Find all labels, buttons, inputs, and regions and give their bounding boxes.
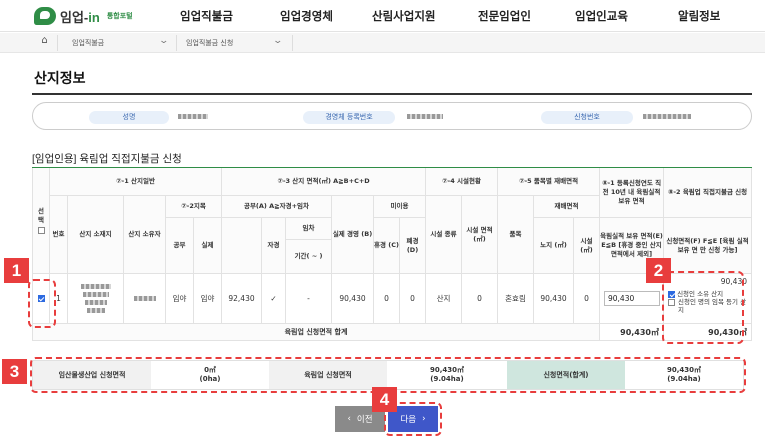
- total-label: 육림업 신청면적 합계: [32, 324, 600, 341]
- redacted-registration-number: [407, 114, 443, 119]
- site-logo[interactable]: 임업-in 통합포털: [34, 6, 133, 26]
- callout-box-2: [662, 271, 744, 344]
- row-self-managed: ✓: [262, 274, 286, 324]
- redacted-location: [82, 292, 109, 297]
- row-facility-cultivation: 0: [574, 274, 600, 324]
- total-record-area: 90,430㎡: [600, 324, 664, 341]
- row-item: 혼효림: [498, 274, 534, 324]
- callout-box-1: [28, 279, 56, 328]
- row-category-actual: 임야: [194, 274, 222, 324]
- row-location: [68, 274, 124, 324]
- menu-professional-forester[interactable]: 전문임업인: [478, 8, 531, 24]
- menu-forestry-business[interactable]: 임업경영체: [280, 8, 333, 24]
- category-header: ⑦-2지목: [166, 196, 222, 218]
- category-official-header: 공부: [166, 218, 194, 274]
- callout-badge-3: 3: [2, 359, 27, 384]
- callout-badge-4: 4: [372, 387, 397, 412]
- number-header: 번호: [50, 196, 68, 274]
- row-facility-area: 0: [462, 274, 498, 324]
- section-title: [임업인용] 육림업 직접지불금 신청: [32, 153, 182, 165]
- official-area-header: 공부(A) A≧자경+임차: [222, 196, 332, 218]
- chevron-down-icon[interactable]: ⌄: [158, 36, 169, 46]
- fallow-header: 휴경 (C): [374, 218, 400, 274]
- top-navigation: 임업-in 통합포털 임업직불금 임업경영체 산림사업지원 전문임업인 임업인교…: [0, 0, 765, 32]
- actual-management-header: 실제 경영 (B): [332, 196, 374, 274]
- row-open-field: 90,430: [534, 274, 574, 324]
- redacted-location: [80, 284, 111, 289]
- redacted-location: [84, 300, 107, 305]
- row-category-official: 임야: [166, 274, 194, 324]
- menu-forest-project-support[interactable]: 산림사업지원: [372, 8, 435, 24]
- chevron-down-icon[interactable]: ⌄: [272, 36, 283, 46]
- land-area-header: ⑦-3 산지 면적(㎡) A≧B+C+D: [222, 168, 426, 196]
- row-official-area: 92,430: [222, 274, 262, 324]
- cultivated-area-header: 재배면적: [534, 196, 600, 218]
- logo-text: 임업-in: [60, 9, 100, 25]
- row-owner: [124, 274, 166, 324]
- row-facility-type: 산지: [426, 274, 462, 324]
- official-area-sub-header: [222, 218, 262, 274]
- breadcrumb-divider: [292, 35, 293, 51]
- unused-header: 미이용: [374, 196, 426, 218]
- callout-badge-2: 2: [646, 258, 671, 283]
- breadcrumb-level1[interactable]: 임업직불금: [72, 38, 104, 48]
- payment-application-header: ⑧-2 육림업 직접지불금 신청: [664, 168, 752, 218]
- row-abandoned: 0: [400, 274, 426, 324]
- application-number-label: 신청번호: [541, 111, 633, 124]
- item-header: 품목: [498, 196, 534, 274]
- menu-forester-education[interactable]: 임업인교육: [575, 8, 628, 24]
- name-label: 성명: [89, 111, 169, 124]
- logo-subtitle: 통합포털: [106, 12, 133, 20]
- redacted-owner: [133, 296, 156, 301]
- self-managed-header: 자경: [262, 218, 286, 274]
- facility-area-header: 시설 면적 (㎡): [462, 196, 498, 274]
- record-area-input[interactable]: 90,430: [604, 291, 660, 306]
- row-lease: -: [286, 274, 332, 324]
- category-actual-header: 실제: [194, 218, 222, 274]
- land-general-header: ⑦-1 산지일반: [50, 168, 222, 196]
- owner-header: 산지 소유자: [124, 196, 166, 274]
- redacted-name: [178, 114, 208, 119]
- facility-type-header: 시설 종류: [426, 196, 462, 274]
- page-title: 산지정보: [34, 70, 86, 86]
- chevron-left-icon: ‹: [347, 414, 351, 424]
- select-all-checkbox[interactable]: [37, 227, 45, 234]
- breadcrumb: ⌂ 임업직불금 ⌄ 임업직불금 신청 ⌄: [0, 33, 765, 53]
- payment-application-sub-header: 신청면적(F) F≦E [육림 실적 보유 면 만 신청 가능]: [664, 218, 752, 274]
- lease-header: 임차: [286, 218, 332, 240]
- menu-direct-payment[interactable]: 임업직불금: [180, 8, 233, 24]
- row-fallow: 0: [374, 274, 400, 324]
- lease-period-header: 기간( ~ ): [286, 240, 332, 274]
- breadcrumb-level2[interactable]: 임업직불금 신청: [186, 38, 233, 48]
- home-icon[interactable]: ⌂: [32, 35, 58, 51]
- location-header: 산지 소재지: [68, 196, 124, 274]
- logo-leaf-icon: [34, 7, 56, 25]
- title-divider: [32, 93, 752, 95]
- abandoned-header: 폐경 (D): [400, 218, 426, 274]
- select-header: 선택: [32, 168, 50, 274]
- applicant-info-box: 성명 경영체 등록번호 신청번호: [32, 102, 752, 130]
- menu-notices[interactable]: 알림정보: [678, 8, 720, 24]
- breadcrumb-divider: [176, 35, 177, 51]
- facility-header: ⑦-4 시설현황: [426, 168, 498, 196]
- crop-area-header: ⑦-5 품목별 재배면적: [498, 168, 600, 196]
- forestry-record-header: ⑧-1 등록신청연도 직전 10년 내 육림실적 보유 면적: [600, 168, 664, 218]
- row-actual-area: 90,430: [332, 274, 374, 324]
- redacted-application-number: [643, 114, 691, 119]
- registration-number-label: 경영체 등록번호: [303, 111, 395, 124]
- redacted-location: [86, 308, 105, 313]
- callout-badge-1: 1: [4, 258, 29, 283]
- facility-cultivation-header: 시설 (㎡): [574, 218, 600, 274]
- open-field-header: 노지 (㎡): [534, 218, 574, 274]
